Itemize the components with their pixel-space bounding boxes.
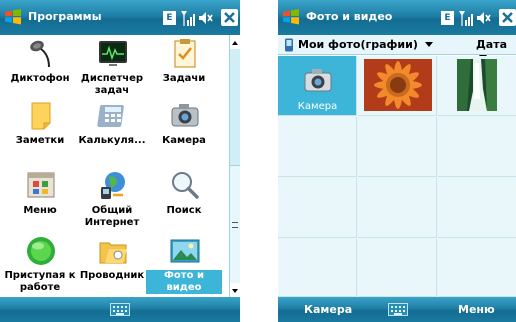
explorer-folder-icon: [99, 242, 127, 264]
scroll-thumb[interactable]: [230, 165, 240, 285]
signal-strength-icon[interactable]: [458, 9, 474, 27]
softkey-bar: Камера Меню: [278, 297, 516, 322]
device-icon: [285, 38, 293, 52]
photo-thumbnail[interactable]: [358, 56, 437, 116]
volume-muted-icon[interactable]: [476, 9, 492, 27]
flower-photo-image: [364, 59, 432, 111]
softkey-bar: [0, 297, 240, 322]
camera-tile-label: Камера: [297, 101, 338, 112]
calculator-icon: [97, 105, 124, 127]
empty-cell: [278, 117, 357, 177]
close-icon: [502, 12, 513, 23]
empty-cell: [358, 239, 437, 297]
scroll-down-button[interactable]: [230, 283, 240, 297]
windows-start-icon[interactable]: [281, 7, 301, 27]
vertical-scrollbar[interactable]: [229, 35, 240, 297]
waterfall-photo-image: [457, 59, 497, 111]
close-button[interactable]: [221, 9, 238, 26]
window-title: Фото и видео: [306, 10, 393, 23]
windows-start-icon[interactable]: [3, 7, 23, 27]
program-label: Приступая к работе: [4, 270, 76, 293]
photo-thumbnail[interactable]: [438, 56, 516, 116]
volume-muted-icon[interactable]: [198, 9, 214, 27]
getting-started-icon: [27, 237, 55, 265]
program-grid: Диктофон Диспетчер задач Задачи Заметки …: [0, 35, 228, 297]
internet-sharing-icon: [101, 172, 125, 199]
keyboard-icon[interactable]: [388, 303, 408, 316]
empty-cell: [278, 178, 357, 238]
window-title: Программы: [28, 10, 102, 23]
network-type-indicator[interactable]: E: [163, 11, 176, 25]
program-label: Диктофон: [10, 73, 70, 84]
program-label: Меню: [23, 205, 57, 216]
tasks-clipboard-icon: [174, 39, 196, 68]
keyboard-icon[interactable]: [110, 303, 130, 316]
task-manager-icon: [99, 41, 127, 66]
pictures-icon: [170, 239, 200, 263]
microphone-icon: [30, 40, 50, 68]
empty-cell: [438, 117, 516, 177]
camera-tile[interactable]: Камера: [278, 56, 357, 116]
empty-cell: [358, 117, 437, 177]
close-button[interactable]: [499, 9, 516, 26]
empty-cell: [278, 239, 357, 297]
chevron-down-icon: [424, 42, 433, 47]
programs-screen: Программы E Диктофон Диспетчер задач Зад…: [0, 0, 240, 322]
menu-window-icon: [27, 172, 55, 198]
program-label: Фото и видео: [146, 270, 222, 294]
thumbnail-grid: Камера: [278, 56, 516, 297]
pictures-screen: Фото и видео E Мои фото(графии) Дата Кам…: [278, 0, 516, 322]
sort-name: Дата: [476, 38, 508, 51]
camera-icon: [171, 104, 199, 127]
magnifier-icon: [172, 172, 199, 199]
program-label: Проводник: [79, 270, 145, 281]
notes-icon: [31, 102, 51, 130]
program-label: Задачи: [162, 73, 206, 84]
close-icon: [224, 12, 235, 23]
program-label: Диспетчер задач: [80, 73, 144, 96]
camera-icon: [304, 69, 332, 92]
folder-name: Мои фото(графии): [298, 38, 418, 51]
title-bar: Фото и видео E: [278, 0, 516, 35]
arrow-up-icon: [232, 41, 238, 45]
empty-cell: [438, 178, 516, 238]
arrow-down-icon: [232, 289, 238, 293]
folder-bar: Мои фото(графии) Дата: [278, 35, 516, 60]
network-type-indicator[interactable]: E: [441, 11, 454, 25]
program-label: Калькуля...: [78, 135, 146, 146]
program-label: Камера: [162, 135, 206, 146]
softkey-left-camera[interactable]: Камера: [304, 303, 352, 316]
program-label: Поиск: [166, 205, 202, 216]
title-bar: Программы E: [0, 0, 240, 35]
program-label: Общий Интернет: [84, 205, 140, 228]
scroll-grip-icon: [232, 222, 238, 228]
softkey-right-menu[interactable]: Меню: [458, 303, 495, 316]
scroll-up-button[interactable]: [230, 35, 240, 49]
empty-cell: [438, 239, 516, 297]
folder-dropdown[interactable]: Мои фото(графии): [298, 38, 433, 51]
empty-cell: [358, 178, 437, 238]
program-label: Заметки: [15, 135, 65, 146]
signal-strength-icon[interactable]: [180, 9, 196, 27]
